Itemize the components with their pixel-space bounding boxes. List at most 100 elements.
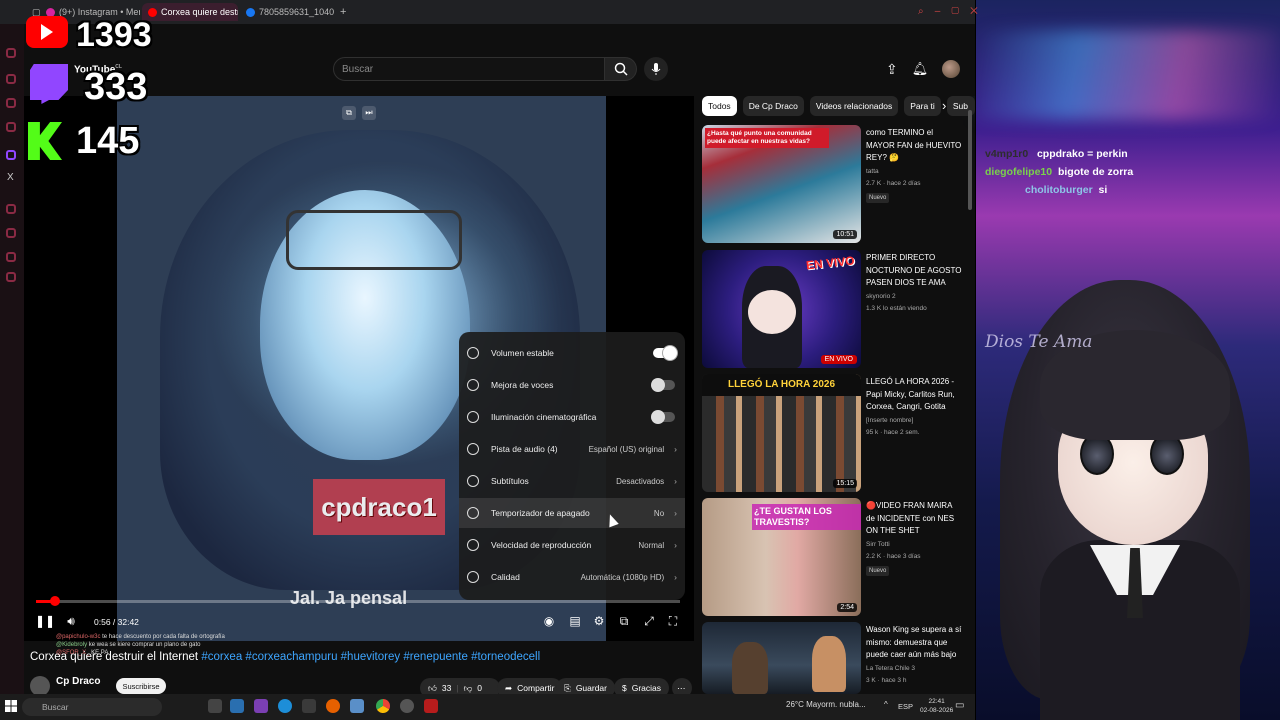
related-channel[interactable]: Sirr Totti <box>866 541 890 548</box>
miniplayer-button[interactable]: ⧉ <box>615 612 633 630</box>
autoplay-toggle[interactable]: ◉ <box>540 612 558 630</box>
search-tabs-icon[interactable]: ⌕ <box>918 6 924 17</box>
toggle-switch-off[interactable] <box>651 410 675 424</box>
firefox-icon[interactable] <box>326 699 340 713</box>
chips-next-arrow-icon[interactable]: › <box>942 98 946 113</box>
browser-tab[interactable]: 7805859631_10403829354 <box>240 3 334 21</box>
related-video[interactable]: Wason King se supera a sí mismo: demuest… <box>702 622 967 694</box>
chip-for-you[interactable]: Para ti <box>904 96 941 116</box>
like-count[interactable]: 33 <box>442 683 451 693</box>
account-avatar[interactable] <box>942 60 961 78</box>
toggle-switch-on[interactable] <box>653 346 677 360</box>
setting-voice-boost[interactable]: Mejora de voces <box>459 370 685 400</box>
sidebar-app-icon[interactable] <box>6 252 16 262</box>
related-title[interactable]: PRIMER DIRECTO NOCTURNO DE AGOSTO PASEN … <box>866 252 962 290</box>
browser-sidebar: X <box>0 24 24 694</box>
bell-icon[interactable]: 🔔︎ <box>912 61 929 77</box>
obs-icon[interactable] <box>400 699 414 713</box>
related-title[interactable]: Wason King se supera a sí mismo: demuest… <box>866 624 962 662</box>
related-video[interactable]: EN VIVO EN VIVO PRIMER DIRECTO NOCTURNO … <box>702 250 967 368</box>
weather-widget[interactable]: 26°C Mayorm. nubla... <box>786 700 866 709</box>
sidebar-app-icon[interactable] <box>6 122 16 132</box>
related-title[interactable]: 🔴VIDEO FRAN MAIRA de INCIDENTE con NES O… <box>866 500 962 538</box>
related-title[interactable]: LLEGÓ LA HORA 2026 - Papi Micky, Carlito… <box>866 376 962 416</box>
search-button[interactable] <box>605 57 637 81</box>
chrome-icon[interactable] <box>376 699 390 713</box>
streamer-name-overlay: cpdraco1 <box>313 479 445 535</box>
voice-search-button[interactable] <box>644 57 668 81</box>
chip-all[interactable]: Todos <box>702 96 737 116</box>
dislike-icon[interactable]: 👎︎ <box>464 683 473 694</box>
setting-audio-track[interactable]: Pista de audio (4) Español (US) original › <box>459 434 685 464</box>
chip-related[interactable]: Videos relacionados <box>809 96 899 116</box>
opera-gx-icon[interactable] <box>424 699 438 713</box>
search-input[interactable]: Buscar <box>333 57 605 81</box>
related-video[interactable]: LLEGÓ LA HORA 2026 15:15 LLEGÓ LA HORA 2… <box>702 374 967 492</box>
setting-subtitles[interactable]: Subtítulos Desactivados › <box>459 466 685 496</box>
related-channel[interactable]: [Inserte nombre] <box>866 417 913 424</box>
upload-icon[interactable]: ⇪ <box>886 61 898 78</box>
minimize-icon[interactable]: – <box>935 6 941 17</box>
video-thumbnail[interactable]: EN VIVO EN VIVO <box>702 250 861 368</box>
dislike-count[interactable]: 0 <box>477 683 482 693</box>
taskbar-clock[interactable]: 22:41 02-08-2026 <box>920 697 953 715</box>
related-video[interactable]: ¿TE GUSTAN LOS TRAVESTIS? 2:54 🔴VIDEO FR… <box>702 498 967 616</box>
video-thumbnail[interactable]: ¿TE GUSTAN LOS TRAVESTIS? 2:54 <box>702 498 861 616</box>
video-thumbnail[interactable]: ¿Hasta qué punto una comunidad puede afe… <box>702 125 861 243</box>
related-title[interactable]: como TERMINO el MAYOR FAN de HUEVITO REY… <box>866 127 962 165</box>
language-indicator[interactable]: ESP <box>898 702 913 711</box>
sidebar-app-icon[interactable] <box>6 204 16 214</box>
related-video[interactable]: ¿Hasta qué punto una comunidad puede afe… <box>702 125 967 243</box>
setting-ambient-mode[interactable]: Iluminación cinematográfica <box>459 402 685 432</box>
app-icon[interactable] <box>230 699 244 713</box>
notifications-icon[interactable]: ▭ <box>955 700 964 711</box>
sidebar-app-icon[interactable] <box>6 272 16 282</box>
close-icon[interactable]: ✕ <box>970 6 978 17</box>
next-video-icon[interactable]: ⏭ <box>362 106 376 120</box>
task-view-icon[interactable] <box>208 699 222 713</box>
sidebar-app-icon[interactable] <box>6 98 16 108</box>
channel-avatar[interactable] <box>30 676 50 696</box>
miniplayer-icon[interactable]: ⧉ <box>342 106 356 120</box>
sidebar-app-icon[interactable] <box>6 228 16 238</box>
app-icon[interactable] <box>350 699 364 713</box>
twitch-sidebar-icon[interactable] <box>6 150 16 160</box>
mute-button[interactable]: 🔊︎ <box>62 612 80 630</box>
related-filter-chips: Todos De Cp Draco Videos relacionados Pa… <box>702 96 975 116</box>
video-thumbnail[interactable] <box>702 622 861 694</box>
pause-button[interactable]: ❚❚ <box>35 612 55 630</box>
theater-button[interactable]: ⤢ <box>640 612 658 630</box>
settings-button[interactable]: ⚙ <box>590 612 608 630</box>
fullscreen-button[interactable]: ⛶ <box>664 612 682 630</box>
sidebar-app-icon[interactable] <box>6 74 16 84</box>
app-icon[interactable] <box>254 699 268 713</box>
tray-chevron-icon[interactable]: ^ <box>884 700 888 709</box>
sidebar-scrollbar[interactable] <box>968 110 972 210</box>
sidebar-app-icon[interactable] <box>6 48 16 58</box>
browser-tab-active[interactable]: Corxea quiere destrui <box>142 3 238 21</box>
progress-bar[interactable] <box>36 600 680 603</box>
app-icon[interactable] <box>302 699 316 713</box>
x-icon[interactable]: X <box>7 172 14 183</box>
new-tab-button[interactable]: + <box>334 3 348 21</box>
related-channel[interactable]: tatta <box>866 168 879 175</box>
chip-channel[interactable]: De Cp Draco <box>742 96 804 116</box>
setting-playback-speed[interactable]: Velocidad de reproducción Normal › <box>459 530 685 560</box>
toggle-switch-off[interactable] <box>651 378 675 392</box>
video-hashtags[interactable]: #corxea #corxeachampuru #huevitorey #ren… <box>201 651 540 663</box>
related-channel[interactable]: La Tetera Chile 3 <box>866 665 915 672</box>
subtitles-button[interactable]: ▤ <box>566 612 584 630</box>
edge-icon[interactable] <box>278 699 292 713</box>
video-thumbnail[interactable]: LLEGÓ LA HORA 2026 15:15 <box>702 374 861 492</box>
stream-chat-line: diegofelipe10 bigote de zorra <box>985 163 1133 181</box>
setting-sleep-timer[interactable]: Temporizador de apagado No › <box>459 498 685 528</box>
taskbar-search[interactable]: Buscar <box>22 698 162 716</box>
setting-stable-volume[interactable]: Volumen estable <box>459 338 685 368</box>
windows-start-icon[interactable] <box>5 699 17 712</box>
channel-name[interactable]: Cp Draco <box>56 676 100 687</box>
setting-quality[interactable]: Calidad Automática (1080p HD) › <box>459 562 685 592</box>
subscribe-button[interactable]: Suscribirse <box>116 678 166 694</box>
related-channel[interactable]: skynorio 2 <box>866 293 896 300</box>
like-icon[interactable]: 👍︎ <box>428 683 437 694</box>
maximize-icon[interactable]: ▢ <box>951 6 959 17</box>
